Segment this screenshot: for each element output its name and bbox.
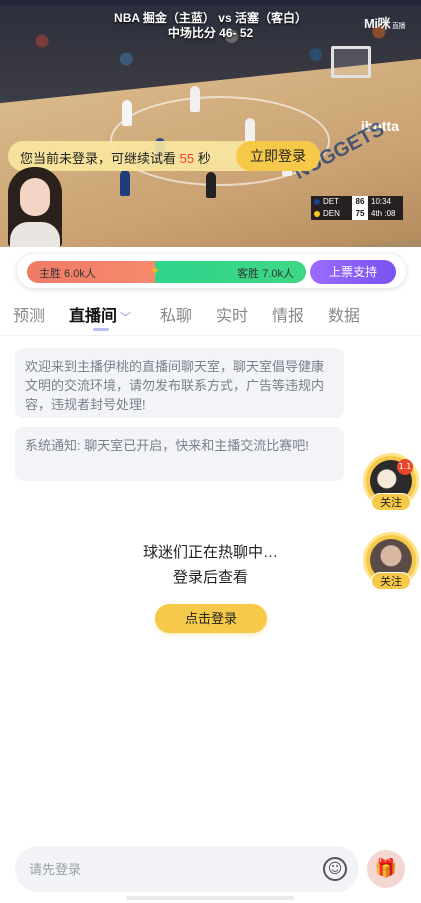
away-support-label: 客胜 7.0k人 (237, 268, 294, 280)
active-tab-indicator (93, 328, 109, 331)
vote-support-button[interactable]: 上票支持 (310, 260, 396, 284)
countdown-seconds: 55 (179, 151, 195, 166)
live-video-player[interactable]: ibotta NUGGETS NBA 掘金（主蓝） vs 活塞（客白） 中场比分… (0, 0, 421, 247)
player-figure (206, 172, 216, 198)
away-support-bar: 客胜 7.0k人 (155, 261, 306, 283)
player-figure (190, 86, 200, 112)
tab-private-chat[interactable]: 私聊 (160, 302, 192, 326)
tab-data[interactable]: 数据 (328, 302, 360, 326)
notification-badge: 1.1 (397, 459, 413, 475)
tab-live-room[interactable]: 直播间 ﹀ (69, 302, 131, 326)
platform-watermark: Mi咪 直播 (364, 16, 405, 31)
login-now-button[interactable]: 立即登录 (236, 141, 320, 171)
scoreboard-row: DET 86 10:34 (311, 196, 403, 208)
click-login-button[interactable]: 点击登录 (155, 604, 267, 633)
scoreboard-row: DEN 75 4th :08 (311, 208, 403, 220)
tab-prediction[interactable]: 预测 (13, 302, 45, 326)
home-support-bar: 主胜 6.0k人 (27, 261, 155, 283)
emoji-icon[interactable]: ☺ (323, 857, 347, 881)
player-figure (120, 170, 130, 196)
welcome-message: 欢迎来到主播伊桃的直播间聊天室，聊天室倡导健康文明的交流环境，请勿发布联系方式，… (15, 348, 344, 418)
tv-scoreboard: DET 86 10:34 DEN 75 4th :08 (311, 196, 403, 220)
halftime-score: 中场比分 46- 52 (167, 26, 254, 40)
login-to-view-notice: 登录后查看 (172, 569, 248, 586)
system-notice-message: 系统通知: 聊天室已开启，快来和主播交流比赛吧! (15, 427, 344, 481)
tabs-divider (0, 335, 421, 336)
follow-button[interactable]: 关注 (371, 493, 411, 511)
chevron-down-icon: ﹀ (120, 312, 132, 324)
hot-chat-notice: 球迷们正在热聊中… (142, 544, 278, 561)
tab-live-room-label: 直播间 (69, 308, 118, 325)
streamer-avatar (0, 164, 72, 247)
tab-realtime[interactable]: 实时 (216, 302, 248, 326)
chat-input[interactable] (29, 858, 309, 880)
basketball-hoop (331, 46, 371, 78)
home-support-label: 主胜 6.0k人 (39, 268, 96, 280)
room-tabs: 预测 直播间 ﹀ 私聊 实时 情报 数据 (0, 300, 421, 336)
floating-anchor-avatar[interactable]: 1.1 关注 (363, 453, 419, 513)
gift-icon[interactable]: 🎁 (367, 850, 405, 888)
versus-icon: ✦ (149, 264, 161, 279)
chat-input-box: ☺ (15, 846, 359, 892)
home-indicator (126, 896, 294, 900)
player-figure (122, 100, 132, 126)
tab-intel[interactable]: 情报 (272, 302, 304, 326)
support-vote-card: 主胜 6.0k人 客胜 7.0k人 ✦ 上票支持 (16, 253, 407, 289)
